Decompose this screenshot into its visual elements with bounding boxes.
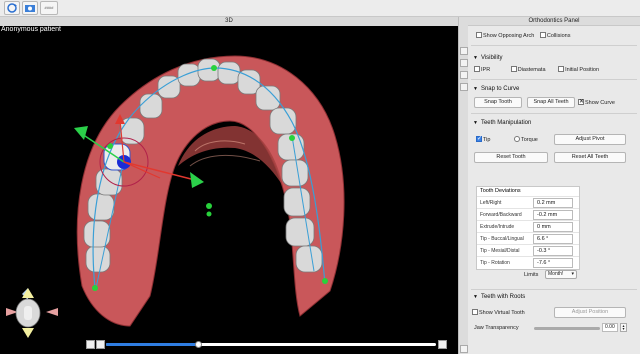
table-row: Forward/Backward -0.2 mm [477,208,579,220]
deviation-label: Extrude/Intrude [480,224,515,230]
3d-viewport[interactable]: 3D Anonymous patient [0,17,458,354]
jaw-transparency-value[interactable]: 0.00 [602,323,618,332]
tooth [281,159,309,187]
table-row: Left/Right 0.2 mm [477,196,579,208]
snap-all-teeth-button[interactable]: Snap All Teeth [527,97,575,108]
tooth [177,63,201,87]
tooth-deviations-title: Tooth Deviations [480,188,521,194]
side-button[interactable] [460,59,468,67]
deviation-value-field[interactable]: 0.2 mm [533,198,573,208]
teeth-with-roots-header[interactable]: ▼ Teeth with Roots [468,292,640,302]
torque-toggle[interactable]: Torque [514,135,538,144]
limits-select[interactable]: Month! ▾ [545,270,577,279]
table-row: Tip - Buccal/Lingual 6.6 ° [477,232,579,244]
jaw-transparency-slider[interactable] [534,327,600,330]
timeline-prev-button[interactable] [96,340,105,349]
view-rotate-icon[interactable] [4,1,20,15]
reset-all-teeth-button[interactable]: Reset All Teeth [554,152,626,163]
adjust-pivot-button[interactable]: Adjust Pivot [554,134,626,145]
timeline-next-button[interactable] [438,340,447,349]
deviation-label: Left/Right [480,200,502,206]
deviation-value-field[interactable]: 6.6 ° [533,234,573,244]
initial-position-checkbox[interactable] [558,66,565,72]
main-toolbar: #### [0,0,640,17]
show-virtual-tooth-checkbox[interactable] [472,308,478,315]
deviation-value-field[interactable]: 0 mm [533,222,573,232]
diastemata-toggle[interactable]: Diastemata [510,66,546,73]
section-collapse-icon: ▼ [473,294,478,300]
deviation-label: Tip - Rotation [480,260,510,266]
tooth [295,245,323,273]
deviation-label: Tip - Buccal/Lingual [480,236,524,242]
section-collapse-icon: ▼ [473,55,478,61]
viewport-side-bar[interactable] [458,17,468,354]
table-row: Tip - Mesial/Distal -0.3 ° [477,244,579,256]
reset-tooth-button[interactable]: Reset Tooth [474,152,548,163]
side-button[interactable] [460,83,468,91]
limits-label: Limits [524,272,539,278]
app-window: #### 3D Anonymous patient Orthodontics P… [0,0,640,354]
show-virtual-tooth-toggle[interactable]: Show Virtual Tooth [472,308,525,317]
top-options: Show Opposing Arch Collisions [468,32,640,39]
tip-checkbox[interactable] [476,135,482,143]
deviation-label: Forward/Backward [480,212,522,218]
initial-position-toggle[interactable]: Initial Position [558,66,599,73]
grid-icon[interactable]: #### [40,1,58,15]
stepper-icon[interactable]: ▴ ▾ [620,323,627,332]
tooth [87,193,115,221]
snap-tooth-button[interactable]: Snap Tooth [474,97,522,108]
side-button[interactable] [460,71,468,79]
timeline-track[interactable] [106,341,436,348]
tooth [217,61,241,85]
visibility-options: IPR Diastemata Initial Position [468,66,640,73]
show-curve-checkbox[interactable] [578,98,584,106]
screenshot-icon[interactable] [22,1,38,15]
ipr-checkbox[interactable] [474,66,480,72]
snap-to-curve-header[interactable]: ▼ Snap to Curve [468,84,640,94]
side-button[interactable] [460,47,468,55]
torque-radio[interactable] [514,135,520,142]
viewport-title: 3D [0,17,458,26]
timeline-fill [106,343,199,346]
dental-arch-scene[interactable] [0,26,458,354]
side-button[interactable] [460,345,468,353]
tooth [139,93,163,119]
show-opposing-arch-toggle[interactable]: Show Opposing Arch [476,32,534,39]
section-collapse-icon: ▼ [473,120,478,126]
deviation-value-field[interactable]: -0.2 mm [533,210,573,220]
divider [471,113,637,114]
tip-toggle[interactable]: Tip [476,135,490,144]
divider [471,45,637,46]
tooth [283,187,311,217]
diastemata-checkbox[interactable] [510,66,517,72]
chevron-down-icon: ▾ [571,271,574,277]
jaw-transparency-label: Jaw Transparency [474,325,519,331]
ipr-toggle[interactable]: IPR [474,66,490,73]
teeth-manipulation-header[interactable]: ▼ Teeth Manipulation [468,118,640,128]
deviation-value-field[interactable]: -0.3 ° [533,246,573,256]
timeline-slider[interactable] [86,340,456,349]
tooth [95,168,123,196]
divider [471,289,637,290]
timeline-start-button[interactable] [86,340,95,349]
divider [471,79,637,80]
view-orientation-widget [6,288,58,338]
table-row: Tip - Rotation -7.6 ° [477,256,579,268]
deviation-label: Tip - Mesial/Distal [480,248,520,254]
panel-title: Orthodontics Panel [468,17,640,26]
visibility-header[interactable]: ▼ Visibility [468,53,640,63]
tooth [85,245,111,273]
tooth-deviations-table: Tooth Deviations Left/Right 0.2 mm Forwa… [476,186,580,270]
deviation-value-field[interactable]: -7.6 ° [533,258,573,268]
show-opposing-arch-checkbox[interactable] [476,32,482,38]
collisions-toggle[interactable]: Collisions [539,32,570,39]
tooth [285,217,315,247]
collisions-checkbox[interactable] [539,32,546,38]
section-collapse-icon: ▼ [473,86,478,92]
adjust-position-button[interactable]: Adjust Position [554,307,626,318]
patient-label: Anonymous patient [1,26,61,33]
show-curve-toggle[interactable]: Show Curve [578,98,615,107]
table-row: Extrude/Intrude 0 mm [477,220,579,232]
timeline-knob[interactable] [195,341,203,348]
